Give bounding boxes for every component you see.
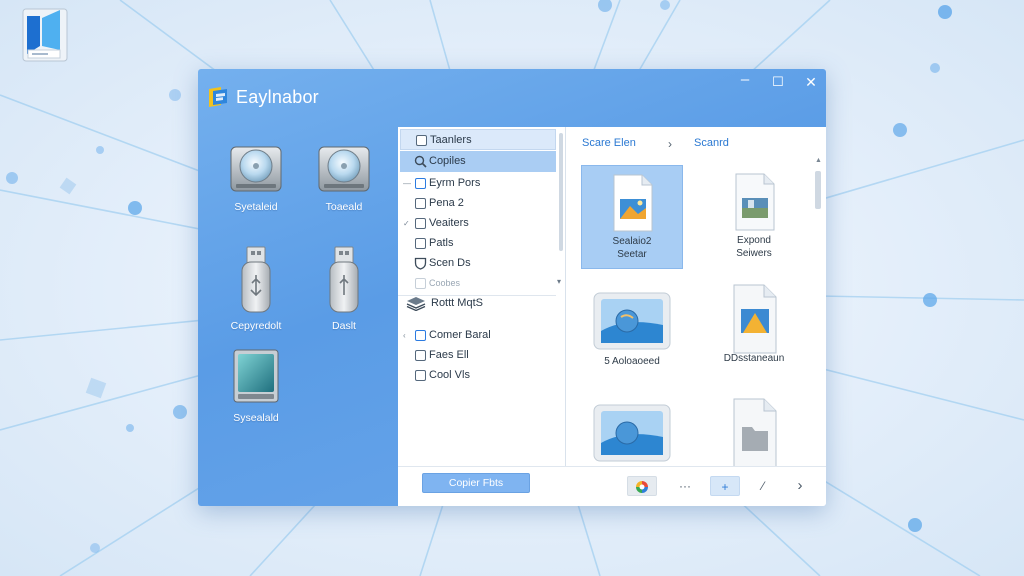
drive-item[interactable]: Daslt: [294, 245, 394, 337]
file-tile[interactable]: [703, 397, 805, 466]
drive-label: Daslt: [332, 320, 356, 332]
usb-drive-icon: [241, 246, 271, 313]
scrollbar-thumb[interactable]: [815, 171, 821, 209]
drive-item[interactable]: Cepyredolt: [206, 245, 306, 337]
list-item-label: Eyrm Pors: [429, 177, 481, 189]
list-item-header[interactable]: Taanlers: [400, 129, 556, 150]
file-tile[interactable]: [581, 399, 683, 466]
browser-panel: Taanlers Copiles — Eyrm Pors Pena 2 ✓ Ve…: [398, 127, 826, 506]
list-item[interactable]: ‹ Comer Baral: [400, 325, 556, 346]
file-tile[interactable]: 5 Aoloaoeed: [581, 279, 683, 383]
add-button[interactable]: +: [710, 476, 740, 496]
list-item[interactable]: Patls: [400, 233, 556, 254]
checkbox[interactable]: [415, 350, 426, 361]
list-item[interactable]: Cool Vls: [400, 365, 556, 386]
folder-file-icon: [733, 398, 777, 466]
list-item-label: Cool Vls: [429, 369, 470, 381]
scrollbar-track[interactable]: [559, 133, 563, 251]
file-tile[interactable]: Expond Seiwers: [703, 165, 805, 269]
drive-item[interactable]: Toaeald: [294, 144, 394, 236]
drive-label: Sysealald: [233, 412, 279, 424]
list-item[interactable]: Rottt MqtS: [400, 293, 556, 314]
photo-icon: [593, 292, 671, 350]
desktop-app-shortcut-icon[interactable]: [20, 6, 70, 64]
list-item-label: Coobes: [429, 278, 461, 288]
file-name: Sealaio2 Seetar: [612, 236, 652, 260]
file-tile[interactable]: DDsstaneaun: [703, 279, 805, 383]
checkbox[interactable]: [415, 238, 426, 249]
drive-label: Cepyredolt: [230, 320, 282, 332]
layers-icon: [406, 297, 426, 311]
maximize-button[interactable]: ☐: [767, 73, 789, 91]
checkbox[interactable]: [415, 178, 426, 189]
list-item-label: Scen Ds: [429, 257, 471, 269]
expand-caret-icon[interactable]: ‹: [403, 325, 413, 346]
copy-files-button[interactable]: Copier Fbts: [422, 473, 530, 493]
hard-drive-icon: [318, 146, 370, 192]
list-item[interactable]: ✓ Veaiters: [400, 213, 556, 234]
list-item-selected[interactable]: Copiles: [400, 151, 556, 172]
file-name: Expond Seiwers: [736, 235, 772, 259]
file-name: DDsstaneaun: [723, 353, 785, 364]
list-item[interactable]: Scen Ds: [400, 253, 556, 274]
drive-label: Toaeald: [325, 201, 363, 213]
drive-label: Syetaleid: [234, 201, 278, 213]
shield-icon: [414, 257, 427, 270]
list-item[interactable]: — Eyrm Pors: [400, 173, 556, 194]
usb-drive-icon: [329, 246, 359, 313]
list-item-label: Taanlers: [430, 134, 472, 146]
file-grid: Sealaio2 Seetar Expond Seiwers 5 Aoloaoe…: [570, 159, 826, 466]
list-item[interactable]: Pena 2: [400, 193, 556, 214]
edit-button[interactable]: ⁄: [748, 476, 778, 496]
search-icon: [414, 155, 427, 168]
drive-item[interactable]: Syetaleid: [206, 144, 306, 236]
photo-icon: [593, 404, 671, 462]
file-tile[interactable]: Sealaio2 Seetar: [581, 165, 683, 269]
more-options-button[interactable]: ···: [670, 476, 700, 496]
ssd-drive-icon: [233, 349, 279, 403]
footer-toolbar: Copier Fbts ··· + ⁄ ›: [398, 466, 826, 506]
app-logo-icon: [209, 87, 227, 107]
drive-item[interactable]: Sysealald: [206, 347, 306, 439]
checkbox[interactable]: [415, 278, 426, 289]
list-item-label: Comer Baral: [429, 329, 491, 341]
image-file-icon: [613, 174, 653, 232]
list-item[interactable]: Coobes: [400, 273, 556, 294]
list-item-label: Copiles: [429, 155, 466, 167]
next-button[interactable]: ›: [785, 476, 815, 496]
breadcrumb-item[interactable]: Scare Elen: [582, 137, 636, 149]
checkbox[interactable]: [415, 198, 426, 209]
list-item[interactable]: Faes Ell: [400, 345, 556, 366]
folder-list: Taanlers Copiles — Eyrm Pors Pena 2 ✓ Ve…: [398, 127, 566, 466]
checkbox[interactable]: [416, 135, 427, 146]
breadcrumb-item[interactable]: Scanrd: [694, 137, 729, 149]
expand-caret-icon[interactable]: ✓: [403, 213, 413, 234]
minimize-button[interactable]: –: [734, 71, 756, 89]
scroll-up-icon[interactable]: ▲: [815, 157, 822, 164]
file-name: 5 Aoloaoeed: [604, 356, 660, 367]
scroll-down-icon[interactable]: ▾: [557, 277, 561, 286]
pyramid-file-icon: [733, 284, 777, 354]
checkbox[interactable]: [415, 370, 426, 381]
checkbox[interactable]: [415, 330, 426, 341]
title-bar[interactable]: Eaylnabor – ☐ ✕: [198, 69, 826, 129]
grid-scrollbar[interactable]: ▲: [812, 157, 824, 462]
list-item-label: Pena 2: [429, 197, 464, 209]
file-manager-window: Eaylnabor – ☐ ✕ Syetaleid Toaeald Cepyre…: [198, 69, 826, 506]
list-item-label: Veaiters: [429, 217, 469, 229]
expand-caret-icon[interactable]: —: [403, 173, 413, 194]
checkbox[interactable]: [415, 218, 426, 229]
image-file-icon: [735, 173, 775, 231]
close-button[interactable]: ✕: [800, 73, 822, 91]
breadcrumb-separator: ›: [668, 137, 672, 151]
list-scrollbar[interactable]: ▾: [556, 127, 566, 295]
list-item-label: Patls: [429, 237, 454, 249]
app-shortcut-button[interactable]: [627, 476, 657, 496]
color-wheel-icon: [636, 481, 648, 493]
hard-drive-icon: [230, 146, 282, 192]
window-title: Eaylnabor: [236, 87, 319, 107]
list-item-label: Faes Ell: [429, 349, 469, 361]
list-item-label: Rottt MqtS: [431, 297, 483, 309]
